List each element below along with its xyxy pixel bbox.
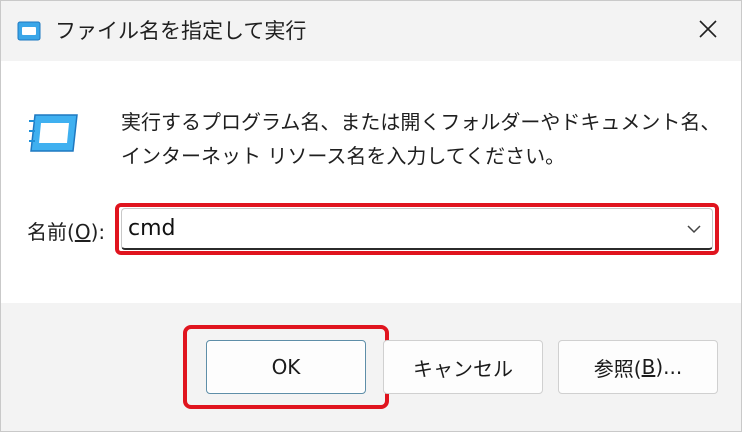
window-title: ファイル名を指定して実行 [55,19,307,43]
name-label-suffix: ): [90,220,106,244]
browse-label-suffix: )... [655,355,683,379]
button-bar: OK キャンセル 参照(B)... [1,303,741,431]
name-label-key: O [74,220,91,244]
run-icon [27,111,81,155]
title-bar[interactable]: ファイル名を指定して実行 [1,1,741,61]
run-icon [17,21,41,41]
run-dialog: ファイル名を指定して実行 実行するプログラム名、または開くフォルダーやドキュメン… [0,0,742,432]
chevron-down-icon[interactable] [684,219,704,239]
name-label: 名前(O): [27,216,105,245]
command-combobox[interactable]: cmd [121,208,713,250]
ok-button[interactable]: OK [206,340,366,394]
browse-label-prefix: 参照( [593,356,642,381]
close-button[interactable] [685,9,731,53]
command-input[interactable]: cmd [128,215,176,243]
name-label-prefix: 名前( [27,220,75,244]
description-text: 実行するプログラム名、または開くフォルダーやドキュメント名、インターネット リソ… [121,110,721,168]
content-area: 実行するプログラム名、または開くフォルダーやドキュメント名、インターネット リソ… [1,61,741,303]
browse-button[interactable]: 参照(B)... [558,340,718,394]
close-icon [698,19,718,43]
cancel-button[interactable]: キャンセル [383,340,543,394]
browse-label-key: B [641,355,656,379]
